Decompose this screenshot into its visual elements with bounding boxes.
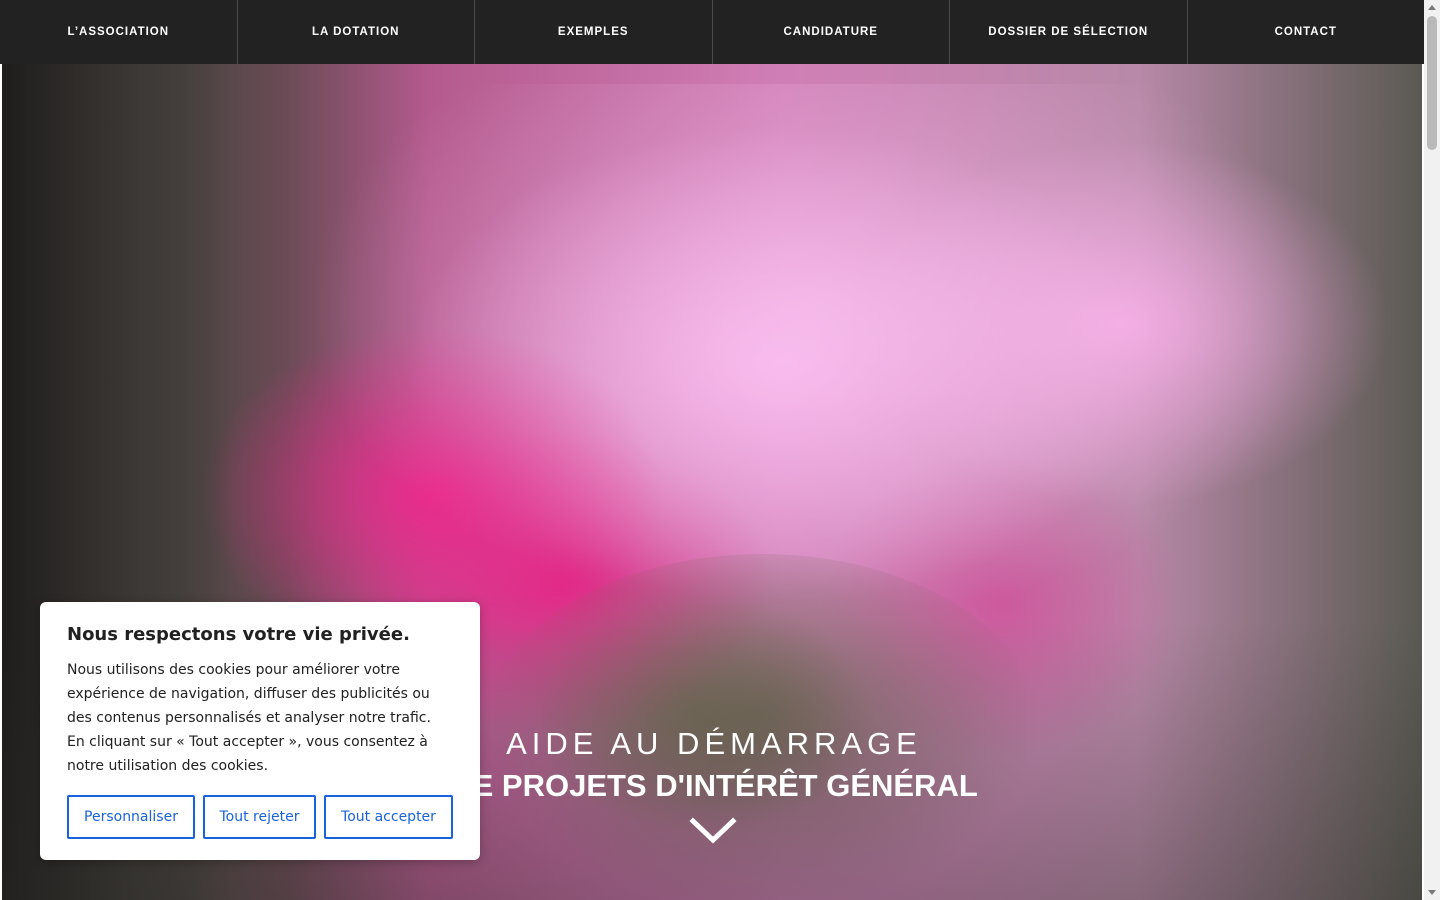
scroll-down-arrow-icon[interactable] xyxy=(1428,890,1436,895)
page-scrollbar[interactable] xyxy=(1424,0,1440,900)
cookie-button-group: Personnaliser Tout rejeter Tout accepter xyxy=(67,795,453,839)
chevron-down-icon[interactable] xyxy=(689,816,737,846)
cookie-banner-title: Nous respectons votre vie privée. xyxy=(67,624,410,645)
nav-item-association[interactable]: L’ASSOCIATION xyxy=(0,0,237,64)
customize-cookies-button[interactable]: Personnaliser xyxy=(67,795,195,839)
main-navigation: L’ASSOCIATION LA DOTATION EXEMPLES CANDI… xyxy=(0,0,1424,64)
nav-item-candidature[interactable]: CANDIDATURE xyxy=(711,0,950,64)
reject-all-cookies-button[interactable]: Tout rejeter xyxy=(203,795,316,839)
nav-item-contact[interactable]: CONTACT xyxy=(1186,0,1425,64)
nav-item-exemples[interactable]: EXEMPLES xyxy=(474,0,712,64)
scrollbar-thumb[interactable] xyxy=(1427,16,1437,150)
accept-all-cookies-button[interactable]: Tout accepter xyxy=(324,795,453,839)
nav-item-dossier-selection[interactable]: DOSSIER DE SÉLECTION xyxy=(949,0,1187,64)
nav-item-dotation[interactable]: LA DOTATION xyxy=(236,0,475,64)
cookie-banner-text: Nous utilisons des cookies pour améliore… xyxy=(67,662,431,774)
scroll-up-arrow-icon[interactable] xyxy=(1428,5,1436,10)
cookie-consent-banner: Nous respectons votre vie privée. Nous u… xyxy=(40,602,480,860)
